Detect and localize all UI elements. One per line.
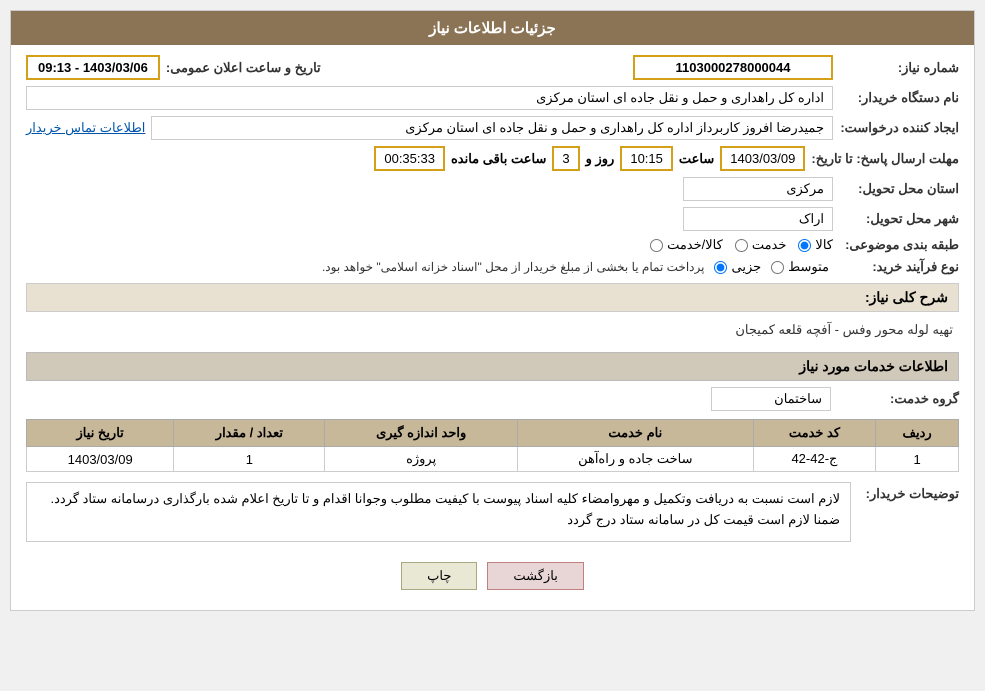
buyer-notes-value: لازم است نسبت به دریافت وتکمیل و مهروامض…	[26, 482, 851, 542]
items-table-body: 1 ج-42-42 ساخت جاده و راه‌آهن پروژه 1 14…	[27, 447, 959, 472]
buyer-notes-label: توضیحات خریدار:	[859, 482, 959, 502]
service-group-value: ساختمان	[711, 387, 831, 411]
col-code: کد خدمت	[753, 420, 875, 447]
cell-date: 1403/03/09	[27, 447, 174, 472]
category-goods-label: کالا	[815, 237, 833, 253]
category-row: طبقه بندی موضوعی: کالا/خدمت خدمت کالا	[26, 237, 959, 253]
main-container: جزئیات اطلاعات نیاز شماره نیاز: 11030002…	[10, 10, 975, 611]
need-number-label: شماره نیاز:	[839, 60, 959, 76]
province-row: استان محل تحویل: مرکزی	[26, 177, 959, 201]
need-number-row: شماره نیاز: 1103000278000044 تاریخ و ساع…	[26, 55, 959, 80]
cell-unit: پروژه	[325, 447, 517, 472]
process-radio-minor[interactable]	[714, 261, 727, 274]
creator-row: ایجاد کننده درخواست: جمیدرضا افروز کاربر…	[26, 116, 959, 140]
response-date-value: 1403/03/09	[720, 146, 805, 171]
response-time-value: 10:15	[620, 146, 673, 171]
category-option-goods[interactable]: کالا	[798, 237, 833, 253]
category-radio-goods-service[interactable]	[735, 239, 748, 252]
process-row: نوع فرآیند خرید: متوسط جزیی پرداخت تمام …	[26, 259, 959, 275]
col-unit: واحد اندازه گیری	[325, 420, 517, 447]
province-label: استان محل تحویل:	[839, 181, 959, 197]
remaining-time-label: ساعت باقی مانده	[451, 151, 546, 167]
need-description-header-label: شرح کلی نیاز:	[865, 289, 948, 305]
category-radio-service[interactable]	[650, 239, 663, 252]
category-label: طبقه بندی موضوعی:	[839, 237, 959, 253]
city-row: شهر محل تحویل: اراک	[26, 207, 959, 231]
buyer-org-row: نام دستگاه خریدار: اداره کل راهداری و حم…	[26, 86, 959, 110]
buyer-org-value: اداره کل راهداری و حمل و نقل جاده ای است…	[26, 86, 833, 110]
response-day-label: روز و	[586, 151, 615, 167]
category-service-label: کالا/خدمت	[667, 237, 723, 253]
province-value: مرکزی	[683, 177, 833, 201]
table-row: 1 ج-42-42 ساخت جاده و راه‌آهن پروژه 1 14…	[27, 447, 959, 472]
creator-label: ایجاد کننده درخواست:	[839, 120, 959, 136]
category-option-goods-service[interactable]: خدمت	[735, 237, 787, 253]
print-button[interactable]: چاپ	[401, 562, 477, 590]
page-header: جزئیات اطلاعات نیاز	[11, 11, 974, 45]
items-table: ردیف کد خدمت نام خدمت واحد اندازه گیری ت…	[26, 419, 959, 472]
cell-index: 1	[876, 447, 959, 472]
col-qty: تعداد / مقدار	[174, 420, 325, 447]
response-deadline-label: مهلت ارسال پاسخ: تا تاریخ:	[811, 151, 959, 167]
process-option-partial[interactable]: متوسط	[771, 259, 829, 275]
page-wrapper: جزئیات اطلاعات نیاز شماره نیاز: 11030002…	[0, 0, 985, 691]
button-row: بازگشت چاپ	[26, 552, 959, 600]
col-index: ردیف	[876, 420, 959, 447]
category-option-service[interactable]: کالا/خدمت	[650, 237, 723, 253]
process-option-minor[interactable]: جزیی	[714, 259, 761, 275]
creator-value: جمیدرضا افروز کاربرداز اداره کل راهداری …	[151, 116, 833, 140]
response-time-label: ساعت	[679, 151, 714, 167]
response-deadline-row: مهلت ارسال پاسخ: تا تاریخ: 1403/03/09 سا…	[26, 146, 959, 171]
announce-datetime-label: تاریخ و ساعت اعلان عمومی:	[166, 60, 321, 76]
service-info-header-label: اطلاعات خدمات مورد نیاز	[799, 358, 948, 374]
cell-code: ج-42-42	[753, 447, 875, 472]
cell-qty: 1	[174, 447, 325, 472]
response-day-value: 3	[552, 146, 579, 171]
service-group-label: گروه خدمت:	[839, 391, 959, 407]
page-title: جزئیات اطلاعات نیاز	[429, 20, 556, 37]
buyer-notes-row: توضیحات خریدار: لازم است نسبت به دریافت …	[26, 482, 959, 542]
process-partial-label: متوسط	[788, 259, 829, 275]
back-button[interactable]: بازگشت	[487, 562, 583, 590]
category-radio-goods[interactable]	[798, 239, 811, 252]
contact-link[interactable]: اطلاعات تماس خریدار	[26, 120, 145, 136]
content-area: شماره نیاز: 1103000278000044 تاریخ و ساع…	[11, 45, 974, 610]
category-goods-service-label: خدمت	[752, 237, 787, 253]
buyer-org-label: نام دستگاه خریدار:	[839, 90, 959, 106]
service-group-row: گروه خدمت: ساختمان	[26, 387, 959, 411]
process-note: پرداخت تمام یا بخشی از مبلغ خریدار از مح…	[322, 260, 705, 274]
process-radio-partial[interactable]	[771, 261, 784, 274]
col-name: نام خدمت	[517, 420, 753, 447]
remaining-time-value: 00:35:33	[374, 146, 445, 171]
need-number-value: 1103000278000044	[633, 55, 833, 80]
announce-datetime-value: 1403/03/06 - 09:13	[26, 55, 160, 80]
cell-name: ساخت جاده و راه‌آهن	[517, 447, 753, 472]
need-description-header: شرح کلی نیاز:	[26, 283, 959, 312]
service-info-header: اطلاعات خدمات مورد نیاز	[26, 352, 959, 381]
process-minor-label: جزیی	[731, 259, 761, 275]
city-value: اراک	[683, 207, 833, 231]
category-radio-group: کالا/خدمت خدمت کالا	[650, 237, 833, 253]
need-description-wrapper: تهیه لوله محور وفس - آفچه قلعه کمیجان	[26, 318, 959, 342]
city-label: شهر محل تحویل:	[839, 211, 959, 227]
need-description-text: تهیه لوله محور وفس - آفچه قلعه کمیجان	[26, 318, 959, 342]
col-date: تاریخ نیاز	[27, 420, 174, 447]
table-header-row: ردیف کد خدمت نام خدمت واحد اندازه گیری ت…	[27, 420, 959, 447]
items-table-head: ردیف کد خدمت نام خدمت واحد اندازه گیری ت…	[27, 420, 959, 447]
process-label: نوع فرآیند خرید:	[839, 259, 959, 275]
